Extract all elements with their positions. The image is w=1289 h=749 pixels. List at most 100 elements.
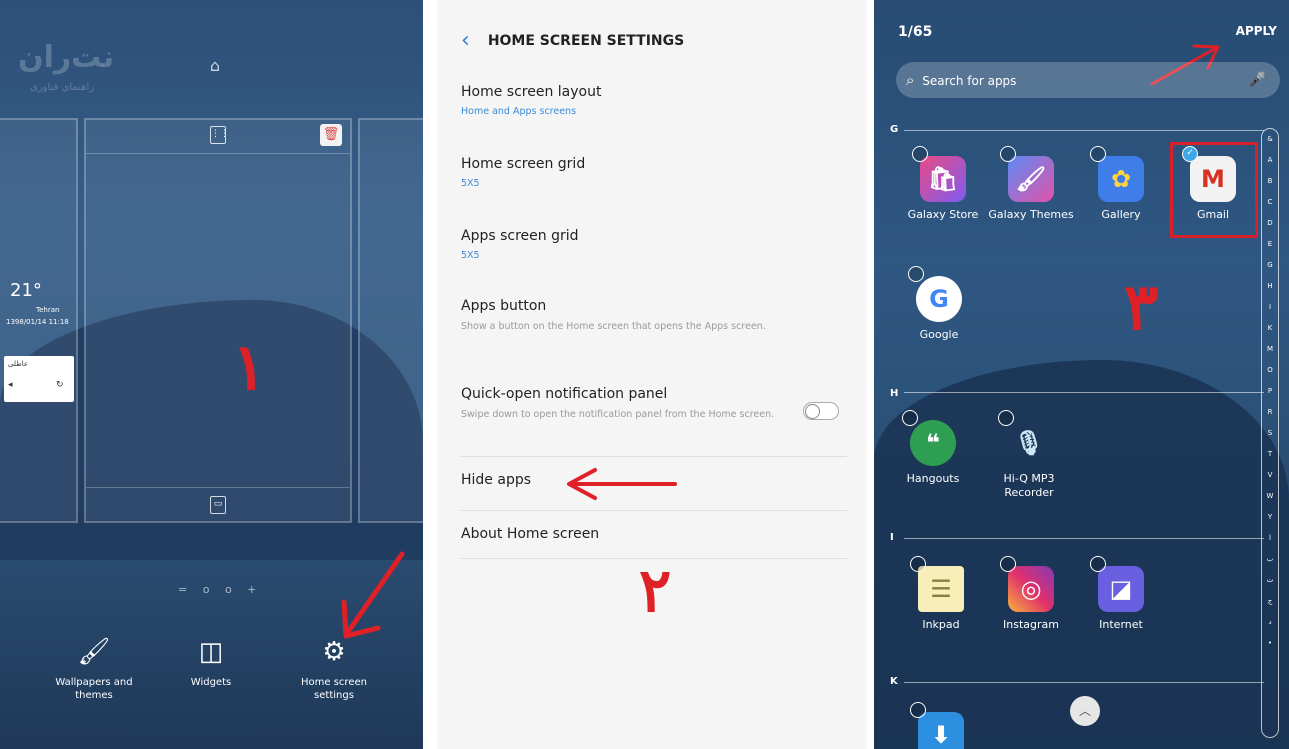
alpha-index[interactable]: C [1262,192,1278,213]
widgets-label: Widgets [190,677,232,688]
home-screen-edit-panel: نت‌ران راهنمای فناوری ⌂ 21° Tehran 1398/… [0,0,423,749]
alpha-index[interactable]: ا [1262,528,1278,549]
setting-value: Home and Apps screens [461,106,577,117]
app-k-partial[interactable]: ⬇ [898,702,984,749]
divider [461,456,847,457]
alpha-index[interactable]: V [1262,465,1278,486]
search-icon: ⌕ [906,71,915,89]
widget-preview: عاطلی ◂ ↻ [4,356,74,402]
alpha-index[interactable]: ب [1262,549,1278,570]
app-label: Google [919,328,959,341]
step-marker-3: ۳ [1124,270,1159,345]
alpha-index[interactable]: I [1262,297,1278,318]
alpha-index[interactable]: E [1262,234,1278,255]
setting-title: Home screen layout [461,84,602,100]
select-checkbox[interactable] [998,410,1014,426]
app-label: Hangouts [906,472,960,485]
select-checkbox[interactable] [910,702,926,718]
widget-text: عاطلی [8,360,29,368]
wallpapers-themes-button[interactable]: 🖌 Wallpapers and themes [44,636,144,702]
setting-quick-open-notification-panel[interactable]: Quick-open notification panel Swipe down… [461,386,846,421]
home-page-preview-left[interactable]: 21° Tehran 1398/01/14 11:18 عاطلی ◂ ↻ [0,118,78,523]
alpha-index[interactable]: D [1262,213,1278,234]
hangouts-icon: ❝ [910,420,956,466]
alpha-index[interactable]: B [1262,171,1278,192]
alpha-index[interactable]: W [1262,486,1278,507]
select-checkbox[interactable] [1090,146,1106,162]
notification-panel-toggle[interactable] [803,402,839,420]
alpha-index[interactable]: G [1262,255,1278,276]
app-galaxy-themes[interactable]: 🖌 Galaxy Themes [988,146,1074,222]
alpha-index[interactable]: H [1262,276,1278,297]
setting-value: 5X5 [461,250,480,261]
home-page-preview-right[interactable] [358,118,423,523]
step-marker-1: ۱ [232,330,267,405]
alpha-index[interactable]: Y [1262,507,1278,528]
page-layout-icon[interactable]: ▭ [210,496,226,514]
home-screen-settings-panel: ‹ HOME SCREEN SETTINGS Home screen layou… [437,0,867,749]
select-checkbox[interactable] [912,146,928,162]
galaxy-store-icon: 🛍 [920,156,966,202]
alphabet-scrollbar[interactable]: & A B C D E G H I K M O P R S T V W Y ا … [1261,128,1279,738]
alpha-index[interactable]: O [1262,360,1278,381]
app-google[interactable]: G Google [896,266,982,342]
hide-apps-panel: 1/65 APPLY ⌕ Search for apps 🎤 G 🛍 Galax… [874,0,1289,749]
app-label: Hi-Q MP3 Recorder [1003,472,1055,499]
setting-about-home-screen[interactable]: About Home screen [461,526,846,542]
app-hi-q-mp3-recorder[interactable]: 🎙 Hi-Q MP3 Recorder [986,410,1072,500]
select-checkbox[interactable] [908,266,924,282]
app-inkpad[interactable]: ☰ Inkpad [898,556,984,632]
page-indicator: = o o + [178,583,263,596]
alpha-index[interactable]: • [1262,633,1278,654]
app-internet[interactable]: ◪ Internet [1078,556,1164,632]
alpha-index[interactable]: د [1262,612,1278,633]
select-checkbox[interactable] [1000,556,1016,572]
alpha-index[interactable]: M [1262,339,1278,360]
mic-icon[interactable]: 🎤 [1249,62,1266,98]
select-checkbox[interactable] [1000,146,1016,162]
app-label: Internet [1099,618,1143,631]
alpha-index[interactable]: S [1262,423,1278,444]
back-icon[interactable]: ‹ [461,30,470,52]
setting-title: About Home screen [461,526,600,542]
setting-home-screen-layout[interactable]: Home screen layout Home and Apps screens [461,84,846,117]
scroll-to-top-button[interactable]: ︿ [1070,696,1100,726]
section-divider [904,392,1264,393]
alpha-index[interactable]: T [1262,444,1278,465]
alpha-index[interactable]: & [1262,129,1278,150]
watermark-logo: نت‌ران [18,40,115,75]
app-gallery[interactable]: ✿ Gallery [1078,146,1164,222]
alpha-index[interactable]: ج [1262,591,1278,612]
setting-apps-screen-grid[interactable]: Apps screen grid 5X5 [461,228,846,261]
section-letter-h: H [890,388,899,399]
app-hangouts[interactable]: ❝ Hangouts [890,410,976,486]
home-icon[interactable]: ⌂ [206,56,224,75]
select-checkbox[interactable] [910,556,926,572]
app-label: Gallery [1101,208,1141,221]
app-instagram[interactable]: ◎ Instagram [988,556,1074,632]
app-galaxy-store[interactable]: 🛍 Galaxy Store [900,146,986,222]
setting-home-screen-grid[interactable]: Home screen grid 5X5 [461,156,846,189]
setting-apps-button[interactable]: Apps button Show a button on the Home sc… [461,298,846,333]
gallery-icon: ✿ [1098,156,1144,202]
alpha-index[interactable]: K [1262,318,1278,339]
page-bottom-bar: ▭ [86,487,350,521]
home-page-preview-main[interactable]: ⋮⋮ 🗑 ▭ [84,118,352,523]
section-letter-i: I [890,532,894,543]
apply-button[interactable]: APPLY [1236,24,1277,38]
alpha-index[interactable]: P [1262,381,1278,402]
brush-icon: 🖌 [77,637,111,667]
search-input[interactable]: ⌕ Search for apps 🎤 [896,62,1280,98]
widgets-button[interactable]: ◫ Widgets [176,636,246,689]
section-divider [904,130,1264,131]
alpha-index[interactable]: A [1262,150,1278,171]
trash-icon[interactable]: 🗑 [320,124,342,146]
page-grid-icon[interactable]: ⋮⋮ [210,126,229,144]
select-checkbox[interactable] [902,410,918,426]
weather-date: 1398/01/14 11:18 [6,318,69,326]
alpha-index[interactable]: ت [1262,570,1278,591]
alpha-index[interactable]: R [1262,402,1278,423]
setting-title: Home screen grid [461,156,586,172]
microphone-icon: 🎙 [1013,429,1045,457]
select-checkbox[interactable] [1090,556,1106,572]
